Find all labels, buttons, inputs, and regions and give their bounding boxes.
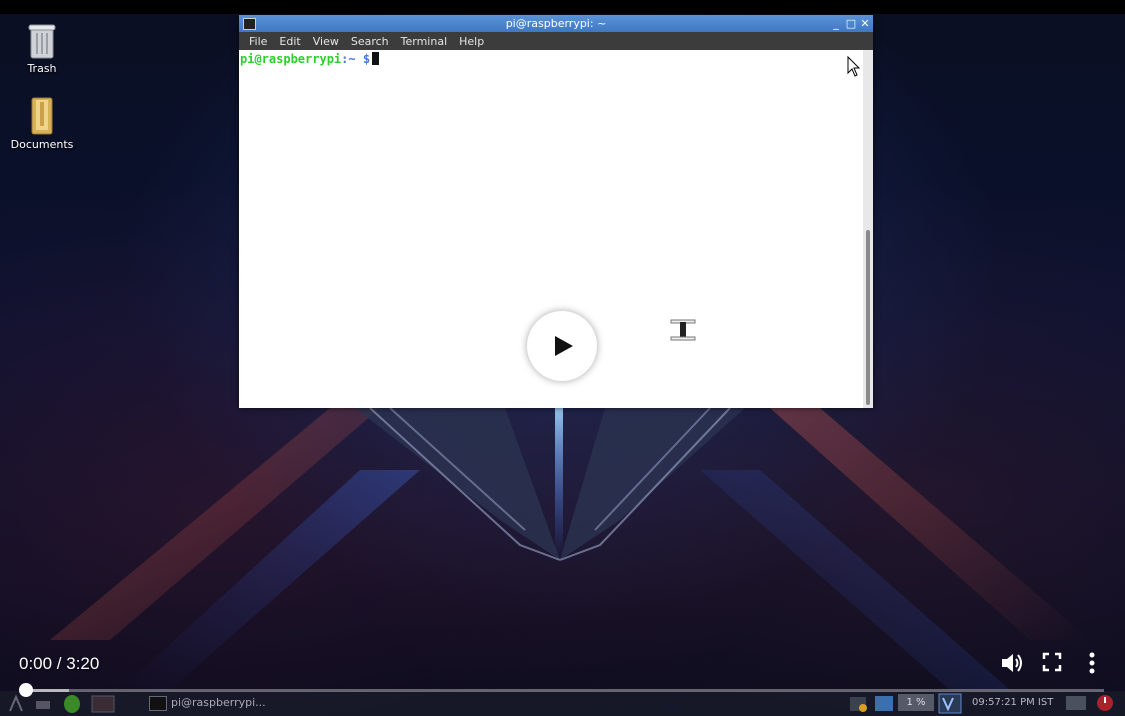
more-options-icon [1089, 652, 1095, 674]
vnc-icon[interactable] [938, 691, 964, 716]
ibeam-cursor-icon [670, 319, 696, 341]
minimize-button[interactable]: _ [829, 15, 843, 32]
cpu-monitor[interactable]: 1 % [898, 694, 934, 711]
volume-button[interactable] [999, 650, 1025, 676]
tray-icons [850, 696, 893, 712]
desktop-icon-trash[interactable]: Trash [2, 22, 82, 75]
mouse-pointer-icon [847, 56, 861, 77]
terminal-titlebar[interactable]: pi@raspberrypi: ~ _ □ ✕ [239, 15, 873, 32]
taskbar: pi@raspberrypi... 1 % 09:57:21 PM IST [0, 691, 1125, 716]
desktop-icon-label: Trash [27, 62, 57, 75]
menu-icon [9, 694, 23, 712]
play-icon [555, 336, 573, 356]
window-title: pi@raspberrypi: ~ [505, 17, 607, 30]
volume-icon [1002, 654, 1022, 672]
progress-scrubber[interactable] [19, 683, 33, 697]
file-manager-icon [36, 701, 50, 709]
folder-icon [31, 97, 53, 135]
taskbar-clock[interactable]: 09:57:21 PM IST [972, 693, 1053, 713]
video-progress-bar[interactable] [26, 689, 1104, 692]
scrollbar-thumb[interactable] [866, 230, 870, 405]
prompt-path: :~ $ [341, 52, 371, 66]
tray-power-area [1066, 695, 1113, 711]
taskbar-terminal-task[interactable]: pi@raspberrypi... [145, 693, 266, 713]
terminal-scrollbar[interactable] [863, 50, 873, 408]
menu-view[interactable]: View [307, 35, 345, 48]
leaf-browser-icon [64, 695, 80, 713]
desktop-icon-documents[interactable]: Documents [2, 96, 82, 151]
network-icon [875, 696, 893, 711]
fullscreen-button[interactable] [1040, 650, 1066, 676]
more-options-button[interactable] [1081, 650, 1107, 676]
trash-icon [28, 24, 56, 59]
text-cursor [372, 52, 380, 65]
terminal-task-icon [149, 696, 167, 711]
menu-terminal[interactable]: Terminal [395, 35, 454, 48]
play-button[interactable] [527, 311, 597, 381]
menu-search[interactable]: Search [345, 35, 395, 48]
fullscreen-icon [1042, 652, 1062, 672]
menu-help[interactable]: Help [453, 35, 490, 48]
menu-edit[interactable]: Edit [273, 35, 306, 48]
taskbar-task-label: pi@raspberrypi... [171, 696, 266, 709]
prompt-user: pi@raspberrypi [240, 52, 342, 66]
top-black-bar [0, 0, 1125, 14]
display-icon [1066, 696, 1086, 710]
menu-file[interactable]: File [243, 35, 273, 48]
desktop-icon-label: Documents [10, 138, 74, 151]
time-display: 0:00 / 3:20 [19, 654, 100, 673]
terminal-menubar: File Edit View Search Terminal Help [239, 32, 873, 50]
maximize-button[interactable]: □ [844, 15, 858, 32]
close-button[interactable]: ✕ [858, 15, 872, 32]
prompt-line: pi@raspberrypi:~ $ [240, 52, 380, 66]
terminal-launcher-icon [91, 695, 115, 713]
